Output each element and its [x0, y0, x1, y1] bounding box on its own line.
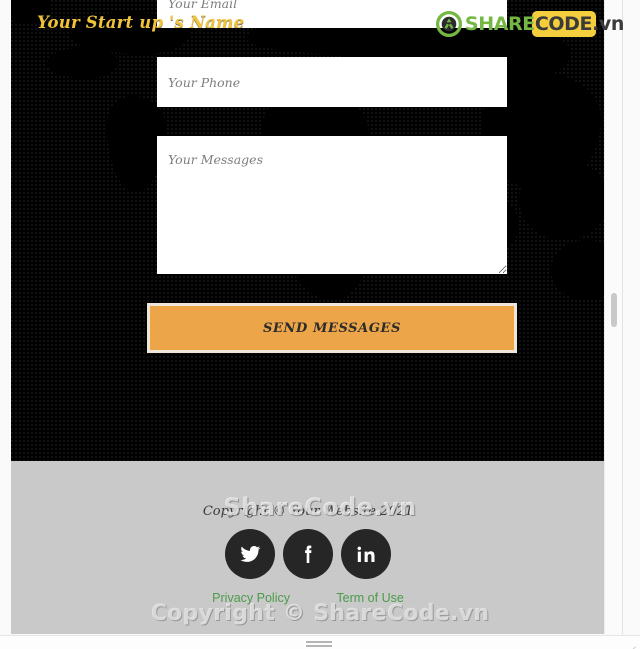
vertical-scrollbar-track[interactable] [604, 0, 622, 634]
footer-copyright: Copyright © Your Website 2021 [202, 504, 414, 519]
map-landmass [519, 160, 605, 240]
vertical-scrollbar-thumb[interactable] [611, 293, 617, 327]
grip-line [306, 645, 332, 647]
grip-line [306, 641, 332, 643]
send-messages-button[interactable]: SEND MESSAGES [150, 306, 514, 350]
facebook-icon [305, 545, 312, 563]
footer-link-privacy-policy[interactable]: Privacy Policy [212, 591, 290, 605]
phone-input[interactable] [157, 57, 507, 107]
footer-links: Privacy Policy Term of Use [11, 589, 605, 607]
page-frame: Your Start up 's Name SEND MESSAGES Copy… [11, 0, 623, 634]
linkedin-icon [357, 546, 375, 562]
contact-form: SEND MESSAGES [147, 0, 517, 353]
twitter-icon [240, 545, 261, 562]
social-link-linkedin[interactable] [341, 529, 392, 579]
social-link-facebook[interactable] [283, 529, 333, 579]
contact-section: Your Start up 's Name SEND MESSAGES [11, 0, 605, 461]
browser-viewport: Your Start up 's Name SEND MESSAGES Copy… [0, 0, 640, 649]
window-corner-resize[interactable] [625, 636, 637, 649]
map-landmass [47, 48, 117, 78]
send-button-frame: SEND MESSAGES [147, 303, 517, 353]
window-resize-grip[interactable] [306, 641, 332, 647]
social-link-twitter[interactable] [224, 529, 275, 579]
social-links [11, 529, 605, 579]
page-title: Your Start up 's Name [37, 13, 245, 32]
footer-link-term-of-use[interactable]: Term of Use [336, 591, 403, 605]
message-textarea[interactable] [157, 136, 507, 274]
